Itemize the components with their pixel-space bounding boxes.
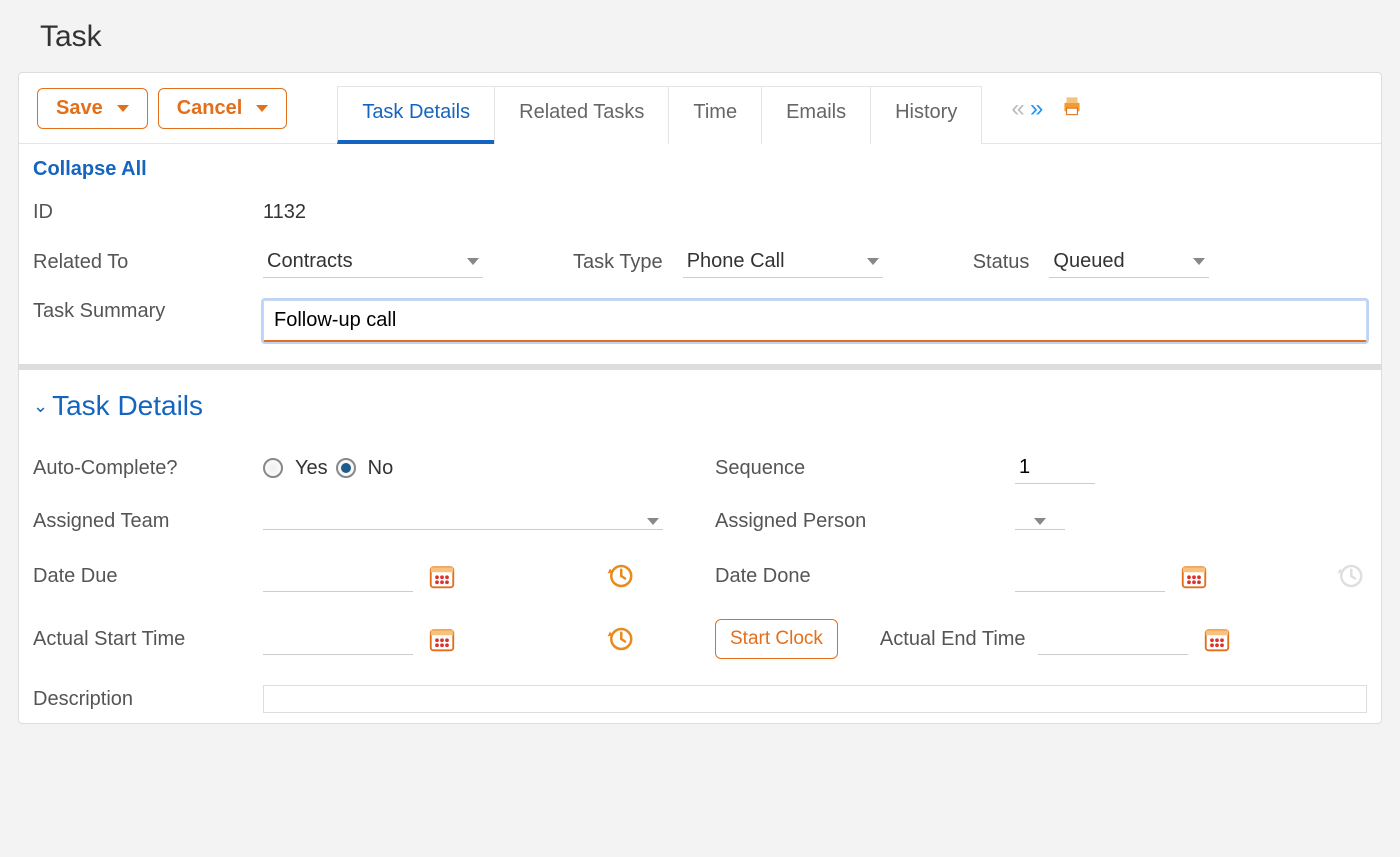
calendar-icon[interactable]	[425, 622, 459, 656]
cancel-button-label: Cancel	[177, 97, 243, 120]
tab-task-details[interactable]: Task Details	[337, 86, 495, 144]
page-title: Task	[0, 0, 1400, 64]
clock-history-icon[interactable]	[1333, 559, 1367, 593]
date-done-label: Date Done	[715, 565, 995, 588]
radio-no-label: No	[368, 457, 394, 480]
tab-bar: Task Details Related Tasks Time Emails H…	[337, 85, 981, 143]
cancel-button[interactable]: Cancel	[158, 88, 288, 129]
print-icon[interactable]	[1059, 93, 1085, 125]
task-type-select[interactable]: Phone Call	[683, 246, 883, 278]
radio-yes-label: Yes	[295, 457, 328, 480]
description-label: Description	[33, 688, 243, 711]
row-meta: Related To Contracts Task Type Phone Cal…	[33, 246, 1367, 278]
row-id: ID 1132	[33, 201, 1367, 224]
chevron-down-icon	[467, 258, 479, 265]
field-actual-end: Start Clock Actual End Time	[715, 619, 1367, 659]
task-summary-label: Task Summary	[33, 300, 243, 342]
assigned-team-label: Assigned Team	[33, 510, 243, 533]
date-done-input[interactable]	[1015, 560, 1165, 592]
related-to-label: Related To	[33, 251, 243, 274]
auto-complete-radio-group: Yes No	[263, 457, 393, 480]
field-assigned-team: Assigned Team	[33, 510, 685, 533]
description-input[interactable]	[263, 685, 1367, 713]
chevron-down-icon	[1034, 518, 1046, 525]
divider	[19, 364, 1381, 370]
assigned-person-select[interactable]	[1015, 514, 1065, 530]
caret-down-icon	[256, 105, 268, 112]
status-select[interactable]: Queued	[1049, 246, 1209, 278]
field-date-due: Date Due	[33, 559, 685, 593]
id-label: ID	[33, 201, 243, 224]
tab-history[interactable]: History	[870, 86, 982, 144]
actual-end-label: Actual End Time	[880, 628, 1026, 651]
sequence-label: Sequence	[715, 457, 995, 480]
task-type-value: Phone Call	[687, 250, 785, 273]
tab-emails[interactable]: Emails	[761, 86, 871, 144]
section-header-task-details[interactable]: ⌄ Task Details	[33, 390, 1367, 422]
field-sequence: Sequence	[715, 452, 1367, 484]
related-to-select[interactable]: Contracts	[263, 246, 483, 278]
tab-scroll: « »	[1011, 95, 1043, 123]
collapse-all-link[interactable]: Collapse All	[33, 158, 147, 181]
tab-tools: « »	[1011, 93, 1085, 125]
calendar-icon[interactable]	[1200, 622, 1234, 656]
task-panel: Save Cancel Task Details Related Tasks T…	[18, 72, 1382, 724]
calendar-icon[interactable]	[1177, 559, 1211, 593]
chevron-down-icon	[867, 258, 879, 265]
chevron-down-icon: ⌄	[33, 396, 48, 417]
save-button-label: Save	[56, 97, 103, 120]
assigned-team-select[interactable]	[263, 514, 663, 530]
calendar-icon[interactable]	[425, 559, 459, 593]
start-clock-button[interactable]: Start Clock	[715, 619, 838, 659]
caret-down-icon	[117, 105, 129, 112]
detail-grid: Auto-Complete? Yes No Sequence Assigned …	[33, 452, 1367, 713]
radio-no[interactable]	[336, 458, 356, 478]
actual-start-input[interactable]	[263, 623, 413, 655]
task-summary-input[interactable]	[263, 300, 1367, 342]
field-date-done: Date Done	[715, 559, 1367, 593]
clock-history-icon[interactable]	[603, 622, 637, 656]
auto-complete-label: Auto-Complete?	[33, 457, 243, 480]
date-due-label: Date Due	[33, 565, 243, 588]
field-description: Description	[33, 685, 1367, 713]
toolbar: Save Cancel Task Details Related Tasks T…	[19, 73, 1381, 144]
status-label: Status	[973, 251, 1030, 274]
sequence-input[interactable]	[1015, 452, 1095, 484]
content: Collapse All ID 1132 Related To Contract…	[19, 144, 1381, 723]
actual-start-label: Actual Start Time	[33, 628, 243, 651]
chevron-down-icon	[1193, 258, 1205, 265]
task-type-label: Task Type	[573, 251, 663, 274]
row-summary: Task Summary	[33, 300, 1367, 342]
field-auto-complete: Auto-Complete? Yes No	[33, 452, 685, 484]
clock-history-icon[interactable]	[603, 559, 637, 593]
related-to-value: Contracts	[267, 250, 353, 273]
actual-end-input[interactable]	[1038, 623, 1188, 655]
field-assigned-person: Assigned Person	[715, 510, 1367, 533]
tab-related-tasks[interactable]: Related Tasks	[494, 86, 669, 144]
id-value: 1132	[263, 201, 306, 224]
radio-yes[interactable]	[263, 458, 283, 478]
date-due-input[interactable]	[263, 560, 413, 592]
chevron-right-icon[interactable]: »	[1030, 95, 1043, 122]
tab-time[interactable]: Time	[668, 86, 762, 144]
chevron-down-icon	[647, 518, 659, 525]
status-value: Queued	[1053, 250, 1124, 273]
section-title: Task Details	[52, 390, 203, 422]
chevron-left-icon[interactable]: «	[1011, 95, 1024, 122]
field-actual-start: Actual Start Time	[33, 619, 685, 659]
assigned-person-label: Assigned Person	[715, 510, 995, 533]
save-button[interactable]: Save	[37, 88, 148, 129]
